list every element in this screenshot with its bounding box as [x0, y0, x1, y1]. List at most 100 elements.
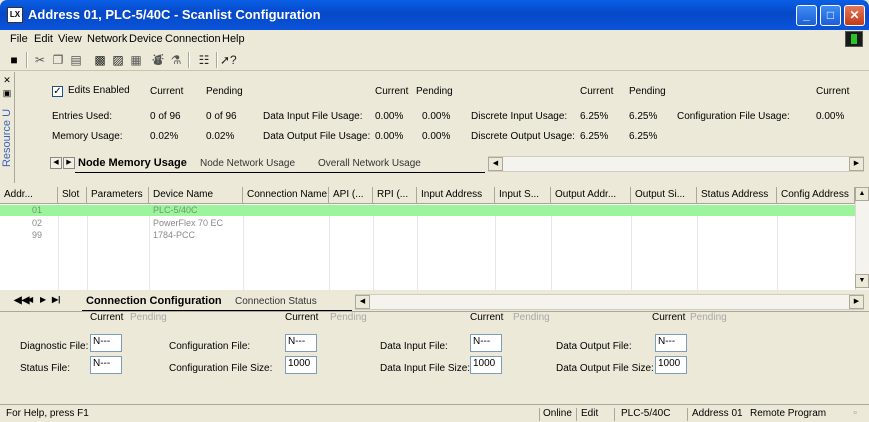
- usage-hscrollbar[interactable]: ◀ ▶: [488, 156, 864, 172]
- col-header-addr[interactable]: Addr...: [0, 187, 58, 204]
- status-file-label: Status File:: [20, 363, 71, 374]
- col-header-api[interactable]: API (...: [329, 187, 373, 204]
- configuration-file-size-label: Configuration File Size:: [169, 363, 273, 374]
- toolbar-separator: [188, 52, 190, 68]
- paste-icon[interactable]: ▤: [68, 52, 84, 68]
- status-processor: PLC-5/40C: [621, 408, 671, 419]
- scroll-right-icon[interactable]: ▶: [849, 295, 864, 309]
- data-output-file-field[interactable]: N---: [655, 334, 687, 352]
- diagnostic-file-label: Diagnostic File:: [20, 341, 89, 352]
- col-header-config-address[interactable]: Config Address: [777, 187, 855, 204]
- col-current: Current: [470, 312, 504, 323]
- nav-last-icon[interactable]: ▶|: [52, 295, 60, 304]
- table-row[interactable]: 01 PLC-5/40C: [0, 205, 855, 216]
- close-icon[interactable]: ✕: [2, 76, 12, 86]
- device-tree-icon[interactable]: ⚗: [168, 52, 184, 68]
- col-current: Current: [652, 312, 686, 323]
- col-header-status-address[interactable]: Status Address: [697, 187, 777, 204]
- tab-overall-network-usage[interactable]: Overall Network Usage: [318, 158, 421, 169]
- data-input-file-size-label: Data Input File Size:: [380, 363, 471, 374]
- edits-enabled-checkbox[interactable]: ✓: [52, 86, 63, 97]
- scroll-left-icon[interactable]: ◀: [488, 157, 503, 171]
- copy-icon[interactable]: ❐: [50, 52, 66, 68]
- minimize-button[interactable]: _: [796, 5, 817, 26]
- table-row[interactable]: 02 PowerFlex 70 EC: [0, 218, 855, 229]
- tab-scroll-left-icon[interactable]: ◀: [50, 157, 62, 169]
- col-current: Current: [90, 312, 124, 323]
- tab-connection-configuration[interactable]: Connection Configuration: [86, 295, 222, 307]
- grid-header: Addr... Slot Parameters Device Name Conn…: [0, 187, 855, 204]
- menu-device[interactable]: Device: [129, 33, 163, 45]
- nav-prev-icon[interactable]: ◀: [27, 295, 33, 304]
- network-topology-icon[interactable]: ☷: [196, 52, 212, 68]
- upload-icon[interactable]: ▨: [110, 52, 126, 68]
- scroll-down-icon[interactable]: ▼: [855, 274, 869, 288]
- tab-node-memory-usage[interactable]: Node Memory Usage: [78, 157, 187, 169]
- menu-view[interactable]: View: [58, 33, 82, 45]
- col-header-input-address[interactable]: Input Address: [417, 187, 495, 204]
- pin-icon[interactable]: ▣: [2, 89, 12, 99]
- connection-hscrollbar[interactable]: ◀ ▶: [355, 294, 864, 310]
- data-output-usage-current: 0.00%: [375, 131, 404, 142]
- data-output-file-size-label: Data Output File Size:: [556, 363, 654, 374]
- discrete-output-usage-label: Discrete Output Usage:: [471, 131, 575, 142]
- save-icon[interactable]: ■: [6, 52, 22, 68]
- close-button[interactable]: ✕: [844, 5, 865, 26]
- download-icon[interactable]: ▩: [92, 52, 108, 68]
- col-header-rpi[interactable]: RPI (...: [373, 187, 417, 204]
- menu-edit[interactable]: Edit: [34, 33, 53, 45]
- col-header-slot[interactable]: Slot: [58, 187, 87, 204]
- tab-node-network-usage[interactable]: Node Network Usage: [200, 158, 295, 169]
- grid-vscrollbar[interactable]: ▲ ▼: [855, 187, 869, 290]
- col-header-connection-name[interactable]: Connection Name: [243, 187, 329, 204]
- diagnostic-file-field[interactable]: N---: [90, 334, 122, 352]
- config-file-usage-current: 0.00%: [816, 111, 845, 122]
- entries-used-label: Entries Used:: [52, 111, 113, 122]
- maximize-button[interactable]: □: [820, 5, 841, 26]
- menu-connection[interactable]: Connection: [165, 33, 221, 45]
- dock-label[interactable]: Resource U: [1, 103, 15, 173]
- status-online: Online: [543, 408, 572, 419]
- discrete-output-usage-pending: 6.25%: [629, 131, 658, 142]
- scroll-right-icon[interactable]: ▶: [849, 157, 864, 171]
- scroll-left-icon[interactable]: ◀: [355, 295, 370, 309]
- menu-file[interactable]: File: [10, 33, 28, 45]
- data-output-file-size-field[interactable]: 1000: [655, 356, 687, 374]
- status-edit: Edit: [581, 408, 599, 419]
- col-header-output-address[interactable]: Output Addr...: [551, 187, 631, 204]
- nav-next-icon[interactable]: ▶: [40, 295, 46, 304]
- data-input-file-field[interactable]: N---: [470, 334, 502, 352]
- network-browse-icon[interactable]: ⛇: [150, 52, 166, 68]
- menu-network[interactable]: Network: [87, 33, 127, 45]
- data-input-usage-current: 0.00%: [375, 111, 404, 122]
- scroll-up-icon[interactable]: ▲: [855, 187, 869, 201]
- col-pending: Pending: [690, 312, 727, 323]
- toolbar: ■ ✂ ❐ ▤ ▩ ▨ ▦ ⛇ ⚗ ☷ ➚?: [0, 49, 869, 71]
- configuration-file-size-field[interactable]: 1000: [285, 356, 317, 374]
- window-title: Address 01, PLC-5/40C - Scanlist Configu…: [28, 7, 321, 22]
- menu-help[interactable]: Help: [222, 33, 245, 45]
- resize-grip-icon[interactable]: ∘: [852, 407, 858, 421]
- compare-icon[interactable]: ▦: [128, 52, 144, 68]
- tab-scroll-right-icon[interactable]: ▶: [63, 157, 75, 169]
- data-input-file-size-field[interactable]: 1000: [470, 356, 502, 374]
- col-header-output-size[interactable]: Output Si...: [631, 187, 697, 204]
- table-row[interactable]: 99 1784-PCC: [0, 230, 855, 241]
- status-address: Address 01: [692, 408, 743, 419]
- data-input-file-label: Data Input File:: [380, 341, 448, 352]
- configuration-file-field[interactable]: N---: [285, 334, 317, 352]
- status-bar: For Help, press F1 Online Edit PLC-5/40C…: [0, 404, 869, 422]
- data-output-usage-label: Data Output File Usage:: [263, 131, 371, 142]
- tab-connection-status[interactable]: Connection Status: [235, 296, 317, 307]
- cut-icon[interactable]: ✂: [32, 52, 48, 68]
- col-pending: Pending: [330, 312, 367, 323]
- col-current: Current: [285, 312, 319, 323]
- col-header-device-name[interactable]: Device Name: [149, 187, 243, 204]
- status-help-text: For Help, press F1: [6, 408, 89, 419]
- title-bar[interactable]: LX Address 01, PLC-5/40C - Scanlist Conf…: [0, 0, 869, 30]
- col-header-input-size[interactable]: Input S...: [495, 187, 551, 204]
- status-file-field[interactable]: N---: [90, 356, 122, 374]
- menu-bar: File Edit View Network Device Connection…: [0, 30, 869, 49]
- context-help-icon[interactable]: ➚?: [220, 52, 237, 68]
- col-header-parameters[interactable]: Parameters: [87, 187, 149, 204]
